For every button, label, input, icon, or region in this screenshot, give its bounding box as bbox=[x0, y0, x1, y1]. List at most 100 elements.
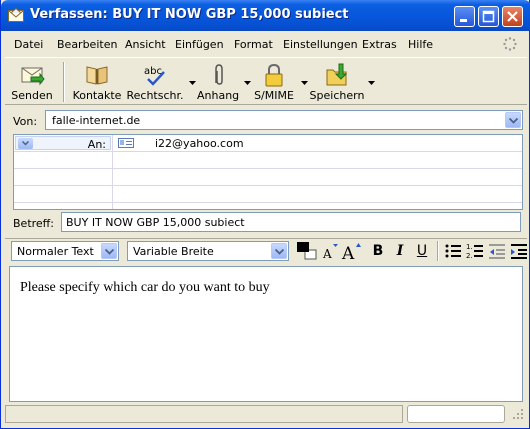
contacts-button[interactable]: Kontakte bbox=[71, 61, 123, 103]
indent-icon bbox=[511, 244, 527, 259]
contacts-icon bbox=[86, 66, 108, 85]
underline-button[interactable]: U bbox=[413, 241, 431, 261]
svg-text:2.: 2. bbox=[466, 252, 473, 260]
font-larger-icon: A bbox=[341, 243, 361, 264]
from-label: Von: bbox=[13, 115, 38, 128]
save-button[interactable]: Speichern bbox=[309, 61, 365, 103]
menu-bar: Datei Bearbeiten Ansicht Einfügen Format… bbox=[5, 35, 527, 55]
save-dropdown-icon[interactable] bbox=[368, 81, 375, 85]
close-button[interactable] bbox=[502, 6, 523, 27]
address-card-icon bbox=[118, 138, 134, 148]
recipient-row[interactable]: An: i22@yahoo.com bbox=[14, 135, 522, 152]
recipient-address[interactable]: i22@yahoo.com bbox=[155, 137, 244, 150]
toolbar-separator bbox=[63, 62, 65, 102]
bullet-list-button[interactable] bbox=[443, 241, 463, 261]
paperclip-icon bbox=[215, 64, 223, 85]
chevron-down-icon bbox=[22, 141, 29, 146]
recipient-row-empty[interactable] bbox=[14, 186, 522, 203]
menu-einstellungen[interactable]: Einstellungen bbox=[283, 38, 358, 51]
resize-grip[interactable] bbox=[509, 405, 525, 423]
font-value: Variable Breite bbox=[133, 245, 214, 258]
font-dropdown[interactable] bbox=[271, 243, 287, 259]
lock-icon bbox=[265, 63, 283, 87]
recipient-type-label: An: bbox=[87, 138, 106, 151]
subject-value: BUY IT NOW GBP 15,000 subiect bbox=[66, 216, 245, 229]
bullet-list-icon bbox=[445, 244, 461, 258]
status-progress-panel bbox=[407, 405, 505, 423]
menu-extras[interactable]: Extras bbox=[362, 38, 397, 51]
menu-hilfe[interactable]: Hilfe bbox=[408, 38, 433, 51]
message-body-text: Please specify which car do you want to … bbox=[20, 280, 270, 295]
chevron-down-icon bbox=[105, 249, 114, 255]
font-smaller-button[interactable]: A bbox=[321, 241, 339, 261]
svg-text:A: A bbox=[322, 247, 332, 261]
font-larger-button[interactable]: A bbox=[341, 241, 363, 264]
recipient-type-dropdown[interactable] bbox=[18, 138, 33, 149]
resize-grip-icon bbox=[513, 409, 523, 419]
smime-button[interactable]: S/MIME bbox=[253, 61, 295, 103]
send-label: Senden bbox=[11, 89, 53, 102]
paragraph-style-select[interactable]: Normaler Text bbox=[11, 241, 119, 261]
text-color-button[interactable] bbox=[295, 241, 319, 261]
paragraph-style-value: Normaler Text bbox=[17, 245, 94, 258]
window-title: Verfassen: BUY IT NOW GBP 15,000 subiect bbox=[30, 7, 349, 22]
attach-button[interactable]: Anhang bbox=[197, 61, 239, 103]
svg-text:1.: 1. bbox=[466, 243, 473, 251]
from-value: falle-internet.de bbox=[52, 114, 141, 127]
menu-einfuegen[interactable]: Einfügen bbox=[175, 38, 224, 51]
maximize-icon bbox=[482, 10, 495, 23]
spellcheck-dropdown-icon[interactable] bbox=[189, 81, 196, 85]
menu-datei[interactable]: Datei bbox=[14, 38, 43, 51]
recipient-list: An: i22@yahoo.com bbox=[13, 134, 523, 210]
envelope-icon bbox=[8, 8, 24, 22]
save-label: Speichern bbox=[309, 89, 365, 102]
recipient-row-empty[interactable] bbox=[14, 152, 522, 169]
from-select[interactable]: falle-internet.de bbox=[45, 110, 523, 130]
close-icon bbox=[507, 11, 518, 22]
recipient-row-empty[interactable] bbox=[14, 169, 522, 186]
compose-window: Verfassen: BUY IT NOW GBP 15,000 subiect… bbox=[0, 0, 530, 429]
numbered-list-icon: 1. 2. bbox=[466, 243, 483, 260]
from-dropdown-button[interactable] bbox=[505, 112, 521, 128]
italic-button[interactable]: I bbox=[391, 241, 409, 261]
menu-ansicht[interactable]: Ansicht bbox=[125, 38, 166, 51]
spellcheck-label: Rechtschr. bbox=[126, 89, 184, 102]
attach-dropdown-icon[interactable] bbox=[244, 81, 251, 85]
format-separator bbox=[437, 241, 439, 261]
main-toolbar: Senden Kontakte abc Rechtschr. Anhang S/… bbox=[5, 57, 527, 105]
outdent-button[interactable] bbox=[487, 241, 507, 261]
status-bar bbox=[5, 404, 527, 426]
paragraph-style-dropdown[interactable] bbox=[101, 243, 117, 259]
font-select[interactable]: Variable Breite bbox=[127, 241, 289, 261]
spellcheck-button[interactable]: abc Rechtschr. bbox=[125, 61, 185, 103]
numbered-list-button[interactable]: 1. 2. bbox=[465, 241, 485, 261]
smime-dropdown-icon[interactable] bbox=[301, 81, 308, 85]
send-button[interactable]: Senden bbox=[11, 61, 53, 103]
format-toolbar: Normaler Text Variable Breite A A B I U … bbox=[5, 238, 527, 264]
outdent-icon bbox=[489, 244, 505, 259]
title-bar[interactable]: Verfassen: BUY IT NOW GBP 15,000 subiect bbox=[1, 0, 530, 31]
spellcheck-icon: abc bbox=[144, 66, 165, 86]
color-swatch-icon bbox=[297, 242, 317, 260]
message-body-editor[interactable]: Please specify which car do you want to … bbox=[9, 266, 523, 402]
chevron-down-icon bbox=[509, 118, 518, 124]
font-smaller-icon: A bbox=[322, 244, 338, 261]
menu-format[interactable]: Format bbox=[234, 38, 273, 51]
minimize-button[interactable] bbox=[454, 6, 475, 27]
recipient-type-select[interactable]: An: bbox=[15, 136, 111, 151]
minimize-icon bbox=[460, 19, 467, 22]
indent-button[interactable] bbox=[509, 241, 527, 261]
save-icon bbox=[326, 63, 348, 86]
chevron-down-icon bbox=[275, 249, 284, 255]
contacts-label: Kontakte bbox=[72, 89, 122, 102]
bold-button[interactable]: B bbox=[369, 241, 387, 261]
attach-label: Anhang bbox=[197, 89, 240, 102]
maximize-button[interactable] bbox=[478, 6, 499, 27]
smime-label: S/MIME bbox=[254, 89, 294, 102]
status-text-panel bbox=[5, 405, 403, 423]
subject-label: Betreff: bbox=[13, 217, 54, 230]
svg-text:A: A bbox=[341, 244, 355, 261]
send-icon bbox=[21, 67, 45, 86]
subject-input[interactable]: BUY IT NOW GBP 15,000 subiect bbox=[61, 212, 521, 232]
menu-bearbeiten[interactable]: Bearbeiten bbox=[57, 38, 117, 51]
